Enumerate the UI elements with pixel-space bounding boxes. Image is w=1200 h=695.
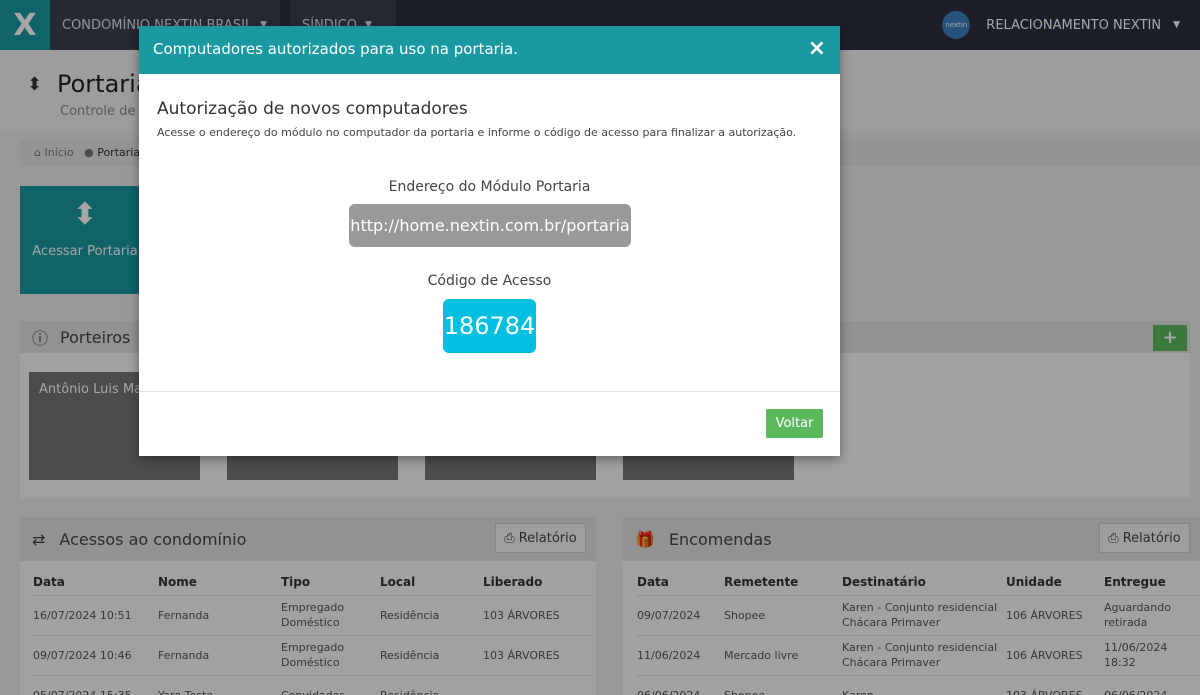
access-code: 186784 — [443, 299, 536, 353]
modal-subtitle: Autorização de novos computadores — [157, 99, 468, 119]
authorized-computers-modal: Computadores autorizados para uso na por… — [139, 26, 840, 456]
modal-title: Computadores autorizados para uso na por… — [153, 40, 518, 58]
modal-description: Acesse o endereço do módulo no computado… — [157, 126, 797, 139]
close-icon[interactable]: × — [808, 38, 826, 60]
modal-header: Computadores autorizados para uso na por… — [139, 26, 840, 74]
modal-divider — [139, 391, 840, 392]
code-label: Código de Acesso — [427, 273, 552, 289]
portaria-address[interactable]: http://home.nextin.com.br/portaria — [349, 204, 631, 247]
address-label: Endereço do Módulo Portaria — [388, 179, 591, 195]
back-button[interactable]: Voltar — [766, 409, 823, 438]
